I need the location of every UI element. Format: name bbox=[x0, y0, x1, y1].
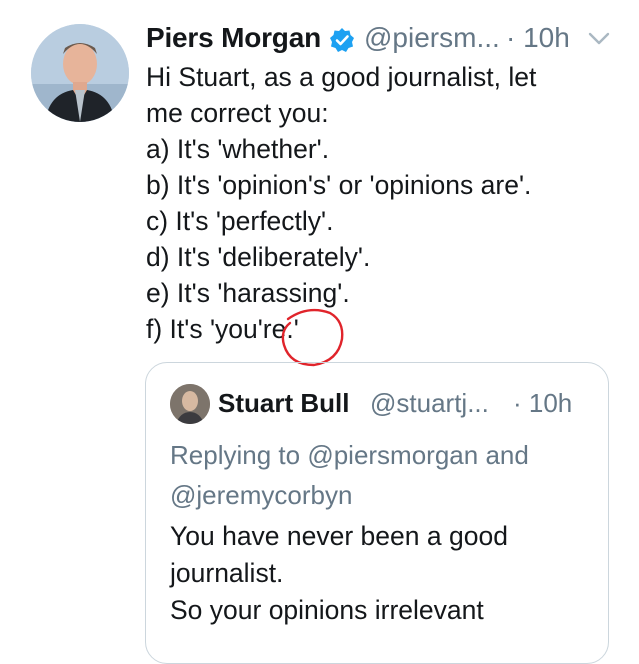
tweet-line: b) It's 'opinion's' or 'opinions are'. bbox=[146, 170, 532, 200]
author-handle[interactable]: @piersm... bbox=[364, 22, 500, 54]
tweet-line: e) It's 'harassing'. bbox=[146, 278, 350, 308]
quoted-avatar-image bbox=[170, 384, 210, 424]
avatar-image bbox=[31, 24, 129, 122]
quoted-body: You have never been a good journalist. S… bbox=[170, 518, 600, 629]
quoted-author-handle[interactable]: @stuartj... bbox=[370, 388, 489, 419]
quoted-line: You have never been a good bbox=[170, 521, 508, 551]
tweet-line: a) It's 'whether'. bbox=[146, 134, 330, 164]
verified-badge-icon bbox=[330, 28, 354, 52]
tweet-line: f) It's 'you're.' bbox=[146, 314, 299, 344]
timestamp[interactable]: · 10h bbox=[506, 22, 570, 54]
avatar[interactable] bbox=[31, 24, 129, 122]
quoted-tweet[interactable]: Stuart Bull @stuartj... · 10h Replying t… bbox=[145, 362, 609, 664]
tweet-line: d) It's 'deliberately'. bbox=[146, 242, 371, 272]
quoted-line: So your opinions irrelevant bbox=[170, 595, 484, 625]
mention-link[interactable]: @piersmorgan bbox=[307, 440, 478, 470]
tweet-line: me correct you: bbox=[146, 98, 329, 128]
quoted-line: journalist. bbox=[170, 558, 284, 588]
quoted-author-name[interactable]: Stuart Bull bbox=[218, 388, 349, 419]
tweet-line: c) It's 'perfectly'. bbox=[146, 206, 334, 236]
quoted-avatar[interactable] bbox=[170, 384, 210, 424]
quoted-timestamp[interactable]: · 10h bbox=[513, 388, 572, 419]
replying-to: Replying to @piersmorgan and @jeremycorb… bbox=[170, 435, 590, 515]
chevron-down-icon[interactable] bbox=[588, 32, 610, 46]
tweet[interactable]: Piers Morgan @piersm... · 10h Hi Stuart,… bbox=[0, 0, 639, 664]
tweet-line: Hi Stuart, as a good journalist, let bbox=[146, 62, 537, 92]
replying-prefix: Replying to bbox=[170, 440, 301, 470]
tweet-body: Hi Stuart, as a good journalist, let me … bbox=[146, 59, 616, 347]
tweet-header: Piers Morgan @piersm... · 10h bbox=[146, 18, 616, 58]
replying-and: and bbox=[485, 440, 529, 470]
author-name[interactable]: Piers Morgan bbox=[146, 22, 321, 54]
mention-link[interactable]: @jeremycorbyn bbox=[170, 480, 352, 510]
